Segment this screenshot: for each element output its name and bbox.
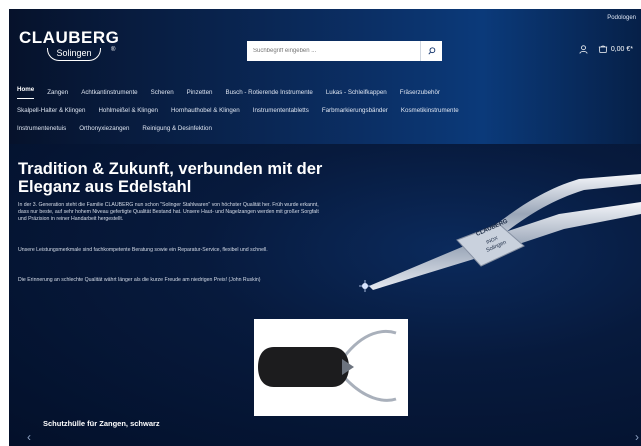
nav-item-kosmetikinstrumente[interactable]: Kosmetikinstrumente <box>401 101 459 120</box>
nav-item-zangen[interactable]: Zangen <box>47 83 68 102</box>
cart-total: 0,00 €* <box>610 46 633 53</box>
clauberg-logo[interactable]: CLAUBERG ® Solingen <box>19 28 120 61</box>
podologen-link[interactable]: Podologen <box>607 15 636 21</box>
hero-banner: Tradition & Zukunft, verbunden mit der E… <box>9 144 641 446</box>
hero-paragraph-1: In der 3. Generation steht die Familie C… <box>18 202 319 223</box>
chevron-left-icon[interactable]: ‹ <box>27 430 31 444</box>
nav-item-skalpell[interactable]: Skalpell-Halter & Klingen <box>17 101 85 120</box>
nav-item-hohlmeissel[interactable]: Hohlmeißel & Klingen <box>98 101 158 120</box>
search-bar <box>247 41 442 61</box>
header-actions: 0,00 €* <box>579 45 633 54</box>
nav-item-hornhauthobel[interactable]: Hornhauthobel & Klingen <box>171 101 240 120</box>
product-teaser-card[interactable] <box>254 319 408 416</box>
nav-item-instrumentenetuis[interactable]: Instrumentenetuis <box>17 119 66 138</box>
search-icon <box>427 47 435 55</box>
hero-paragraph-3: Die Erinnerung an schlechte Qualität wäh… <box>18 277 261 283</box>
hero-title: Tradition & Zukunft, verbunden mit der E… <box>18 160 323 196</box>
product-caption[interactable]: Schutzhülle für Zangen, schwarz <box>43 419 160 428</box>
main-navigation-row-3: Instrumentenetuis Orthonyxiezangen Reini… <box>17 119 637 138</box>
logo-subtitle: Solingen <box>47 48 101 61</box>
nav-item-scheren[interactable]: Scheren <box>151 83 174 102</box>
nav-item-lukas[interactable]: Lukas - Schleifkappen <box>326 83 387 102</box>
nav-item-busch[interactable]: Busch - Rotierende Instrumente <box>225 83 312 102</box>
cart-icon <box>598 45 607 53</box>
nav-item-reinigung[interactable]: Reinigung & Desinfektion <box>142 119 211 138</box>
nav-item-fraeserzubehoer[interactable]: Fräserzubehör <box>400 83 440 102</box>
nav-item-home[interactable]: Home <box>17 83 35 99</box>
page: CLAUBERG ® Solingen Podologen Suchbegrif… <box>0 0 641 446</box>
search-input[interactable] <box>247 41 420 61</box>
logo-wordmark: CLAUBERG <box>19 28 120 47</box>
cart-button[interactable]: 0,00 €* <box>598 45 633 54</box>
nail-nipper-image: CLAUBERG INOX Solingen <box>359 174 641 292</box>
main-navigation: Home Zangen Achtkantinstrumente Scheren … <box>17 83 637 102</box>
nav-item-farbmarkierungsbaender[interactable]: Farbmarkierungsbänder <box>322 101 388 120</box>
user-icon[interactable] <box>579 45 588 54</box>
protective-sleeve-image <box>258 329 397 402</box>
search-button[interactable] <box>420 41 442 61</box>
site-header: CLAUBERG ® Solingen Podologen Suchbegrif… <box>9 9 641 144</box>
nav-item-pinzetten[interactable]: Pinzetten <box>187 83 213 102</box>
nav-item-orthonyxiezangen[interactable]: Orthonyxiezangen <box>79 119 129 138</box>
nav-item-achtkantinstrumente[interactable]: Achtkantinstrumente <box>81 83 137 102</box>
nav-item-instrumententabletts[interactable]: Instrumententabletts <box>253 101 309 120</box>
main-navigation-row-2: Skalpell-Halter & Klingen Hohlmeißel & K… <box>17 101 637 120</box>
chevron-right-icon[interactable]: › <box>635 430 639 444</box>
logo-registered-mark: ® <box>111 47 116 53</box>
hero-paragraph-2: Unsere Leistungsmerkmale sind fachkompet… <box>18 247 268 253</box>
